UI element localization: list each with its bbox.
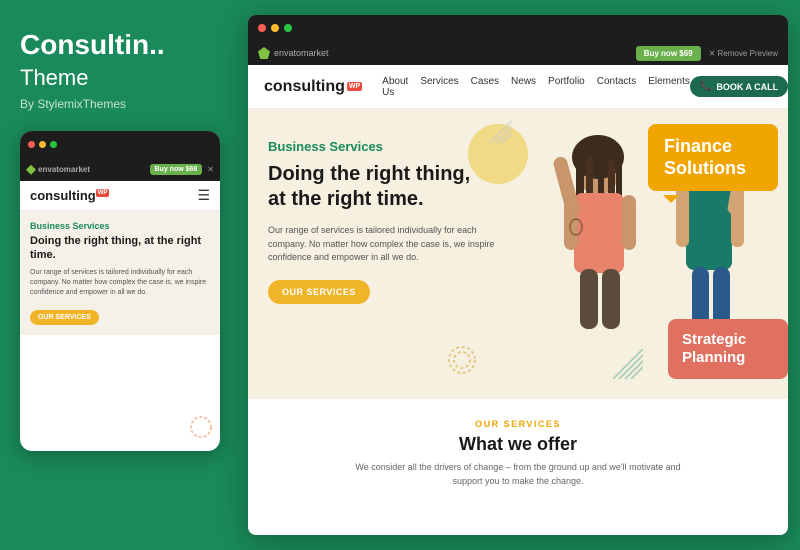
hero-description: Our range of services is tailored indivi… [268,224,508,265]
stripe-deco-bottom [448,346,476,379]
envato-logo: envatomarket [26,165,90,175]
desktop-envato-bar: envatomarket Buy now $69 ✕ Remove Previe… [248,41,788,65]
remove-preview-btn[interactable]: ✕ Remove Preview [709,49,778,58]
nav-services[interactable]: Services [420,76,458,98]
site-nav-links: About Us Services Cases News Portfolio C… [382,76,690,98]
hamburger-icon[interactable]: ☰ [197,187,210,204]
mobile-envato-bar: envatomarket Buy now $69 ✕ [20,159,220,181]
buy-now-btn[interactable]: Buy now $69 [636,46,701,61]
buy-btn-mobile[interactable]: Buy now $69 [150,164,203,175]
mobile-hero-desc: Our range of services is tailored indivi… [30,268,210,297]
theme-title: Consultin.. [20,30,165,61]
mobile-mockup: envatomarket Buy now $69 ✕ consultingWP … [20,131,220,451]
our-services-label: OUR SERVICES [268,419,768,429]
mobile-business-services: Business Services [30,221,210,231]
dot-green [50,141,57,148]
nav-elements[interactable]: Elements [648,76,690,98]
what-we-offer-section: OUR SERVICES What we offer We consider a… [248,399,788,508]
our-services-btn[interactable]: OUR SERVICES [268,280,370,304]
desktop-top-bar [248,15,788,41]
mobile-hero-title: Doing the right thing, at the right time… [30,234,210,263]
dot-yellow [39,141,46,148]
dot-red-desktop [258,24,266,32]
strategic-bubble: StrategicPlanning [668,319,788,379]
dot-yellow-desktop [271,24,279,32]
envato-leaf-icon [26,165,36,175]
hero-text-area: Business Services Doing the right thing,… [248,109,528,399]
people-illustration: FinanceSolutions StrategicPlanning [508,109,788,399]
nav-portfolio[interactable]: Portfolio [548,76,585,98]
envato-market-logo: envatomarket [258,47,329,59]
what-we-offer-desc: We consider all the drivers of change – … [343,461,693,488]
left-panel: Consultin.. Theme By StylemixThemes enva… [0,0,240,550]
dot-red [28,141,35,148]
finance-bubble: FinanceSolutions [648,124,778,191]
desktop-hero: Business Services Doing the right thing,… [248,109,788,399]
nav-about[interactable]: About Us [382,76,408,98]
envato-leaf-icon [258,47,270,59]
book-call-btn[interactable]: 📞 BOOK A CALL [690,76,788,97]
nav-cases[interactable]: Cases [471,76,499,98]
mobile-hero: Business Services Doing the right thing,… [20,211,220,335]
mobile-our-services-btn[interactable]: OUR SERVICES [30,310,99,325]
hero-main-title: Doing the right thing,at the right time. [268,162,508,212]
nav-contacts[interactable]: Contacts [597,76,636,98]
site-logo: consultingWP [264,78,362,96]
remove-btn-mobile[interactable]: ✕ [207,165,214,174]
mobile-site-nav: consultingWP ☰ [20,181,220,211]
dot-green-desktop [284,24,292,32]
mobile-stripe-deco [190,416,212,443]
hero-business-services: Business Services [268,139,508,154]
what-we-offer-title: What we offer [268,434,768,455]
desktop-site-nav: consultingWP About Us Services Cases New… [248,65,788,109]
desktop-mockup: envatomarket Buy now $69 ✕ Remove Previe… [248,15,788,535]
nav-news[interactable]: News [511,76,536,98]
envato-right-buttons: Buy now $69 ✕ Remove Preview [636,46,778,61]
mobile-logo: consultingWP [30,188,109,203]
theme-author: By StylemixThemes [20,97,126,111]
theme-subtitle: Theme [20,65,88,91]
mobile-top-bar [20,131,220,159]
